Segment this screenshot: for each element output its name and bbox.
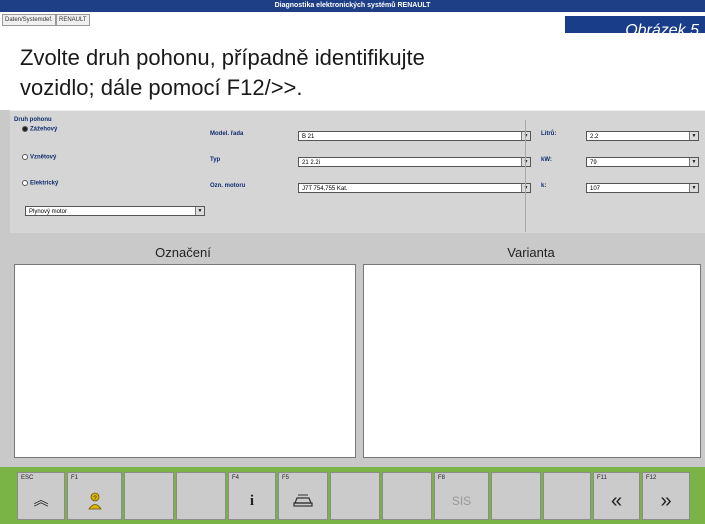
kw-dropdown[interactable]: 79 ▼ xyxy=(586,157,699,167)
type-label: Typ xyxy=(210,157,221,163)
radio-dot-icon xyxy=(22,180,28,186)
radio-petrol[interactable]: Zážehový xyxy=(22,126,57,133)
chevron-down-icon: ▼ xyxy=(195,207,204,215)
empty-key-5 xyxy=(491,472,541,520)
type-dropdown[interactable]: 21 2.2i▼ xyxy=(298,157,531,167)
chevron-down-icon: ▼ xyxy=(689,158,698,166)
empty-key-1 xyxy=(124,472,174,520)
engine-code-value: J7T 754,755 Kat. xyxy=(302,186,348,192)
hp-value: 107 xyxy=(590,186,601,192)
double-chevron-left-icon: « xyxy=(610,490,623,512)
double-chevron-right-icon: » xyxy=(660,490,672,512)
double-chevron-up-icon: ︽ xyxy=(33,492,49,509)
hp-label: k: xyxy=(541,183,547,189)
gas-engine-value: Plynový motor xyxy=(29,209,68,215)
info-icon: i xyxy=(249,493,255,509)
radio-diesel[interactable]: Vznětový xyxy=(22,154,56,161)
radio-diesel-label: Vznětový xyxy=(30,154,57,161)
f5-key-button[interactable]: F5 xyxy=(278,472,328,520)
chevron-down-icon: ▼ xyxy=(689,184,698,192)
empty-key-3 xyxy=(330,472,380,520)
empty-key-4 xyxy=(382,472,432,520)
esc-key-button[interactable]: ESC ︽ xyxy=(17,472,65,520)
vehicle-icon xyxy=(279,491,327,515)
chevron-down-icon: ▼ xyxy=(689,132,698,140)
f12-key-button[interactable]: F12 » xyxy=(642,472,690,520)
kw-label: kW: xyxy=(541,157,552,163)
engine-code-dropdown[interactable]: J7T 754,755 Kat.▼ xyxy=(298,183,531,193)
engine-code-label: Ozn. motoru xyxy=(210,183,246,189)
sis-label: SIS xyxy=(451,494,472,508)
radio-electric[interactable]: Elektrický xyxy=(22,180,58,187)
drive-type-group-label: Druh pohonu xyxy=(14,117,52,123)
designation-list[interactable] xyxy=(14,264,356,458)
type-value: 21 2.2i xyxy=(302,160,321,166)
model-series-dropdown[interactable]: B 21▼ xyxy=(298,131,531,141)
variant-header: Varianta xyxy=(507,245,555,260)
radio-dot-icon xyxy=(22,154,28,160)
f4-key-label: F4 xyxy=(232,475,240,481)
f11-key-label: F11 xyxy=(597,475,607,481)
esc-key-label: ESC xyxy=(21,475,34,481)
instruction-panel: Zvolte druh pohonu, případně identifikuj… xyxy=(0,33,705,110)
litres-value: 2.2 xyxy=(590,134,599,140)
menu-item-brand[interactable]: RENAULT xyxy=(56,14,90,26)
f12-key-label: F12 xyxy=(646,475,657,481)
help-person-icon: ? xyxy=(68,491,121,517)
radio-dot-icon xyxy=(22,126,28,132)
model-series-value: B 21 xyxy=(302,134,315,140)
f1-key-button[interactable]: F1 ? xyxy=(67,472,122,520)
f8-key-button[interactable]: F8 SIS xyxy=(434,472,489,520)
empty-key-6 xyxy=(543,472,591,520)
f1-key-label: F1 xyxy=(71,475,79,481)
instruction-line-1: Zvolte druh pohonu, případně identifikuj… xyxy=(20,45,425,70)
radio-electric-label: Elektrický xyxy=(30,180,59,187)
window-title: Diagnostika elektronických systémů RENAU… xyxy=(0,0,705,12)
kw-value: 79 xyxy=(590,160,597,166)
hp-dropdown[interactable]: 107 ▼ xyxy=(586,183,699,193)
litres-dropdown[interactable]: 2.2 ▼ xyxy=(586,131,699,141)
radio-petrol-label: Zážehový xyxy=(30,126,58,133)
f4-key-button[interactable]: F4 i xyxy=(228,472,276,520)
designation-header: Označení xyxy=(155,245,211,260)
instruction-line-2: vozidlo; dále pomocí F12/>>. xyxy=(20,75,303,100)
litres-label: Litrů: xyxy=(541,131,557,137)
variant-list[interactable] xyxy=(363,264,701,458)
model-series-label: Model. řada xyxy=(210,131,244,137)
panel-divider xyxy=(525,120,526,232)
empty-key-2 xyxy=(176,472,226,520)
f8-key-label: F8 xyxy=(438,475,446,481)
f11-key-button[interactable]: F11 « xyxy=(593,472,640,520)
f5-key-label: F5 xyxy=(282,475,290,481)
vehicle-identification-panel: Druh pohonu Zážehový Vznětový Elektrický… xyxy=(10,110,705,233)
menu-item-system[interactable]: Daten/Systemdef. xyxy=(2,14,56,26)
gas-engine-dropdown[interactable]: Plynový motor ▼ xyxy=(25,206,205,216)
